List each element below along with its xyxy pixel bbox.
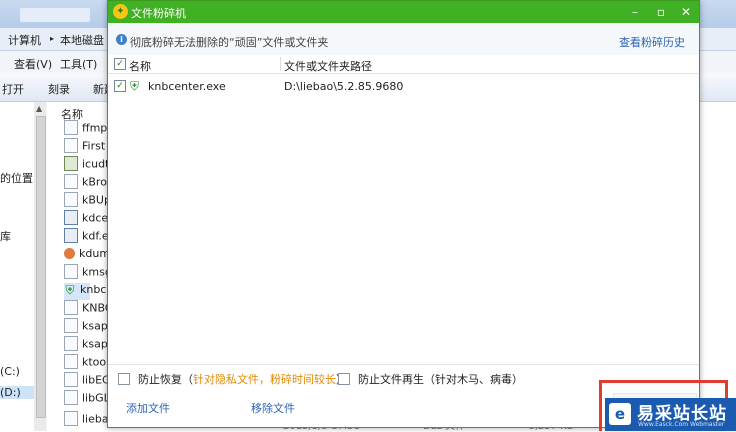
menu-view[interactable]: 查看(V) [14,56,52,72]
file-list-header: ✓ 名称 文件或文件夹路径 [108,55,699,74]
info-icon: i [116,34,127,45]
paren-open: （ [182,373,193,386]
info-bar: i 彻底粉碎无法删除的“顽固”文件或文件夹 查看粉碎历史 [108,23,699,56]
file-name: kdum [79,247,111,260]
breadcrumb-arrow-icon: ▸ [50,34,55,43]
file-icon [64,411,78,426]
watermark-sub: Www.Easck.Com Webmaster [638,421,725,428]
shredder-logo-icon: ✦ [113,4,128,19]
add-files-link[interactable]: 添加文件 [126,400,170,416]
row-checkbox[interactable]: ✓ [114,80,126,92]
nav-item-places[interactable]: 的位置 [0,170,33,186]
close-icon[interactable]: ✕ [673,1,699,23]
exe-icon [64,210,78,225]
nav-scrollbar[interactable]: ▲ [34,102,46,431]
explorer-title-blur [20,8,90,22]
open-button[interactable]: 打开 [2,81,24,97]
prevent-recovery-note: 针对隐私文件，粉碎时间较长 [193,373,336,386]
navigation-pane: 的位置 库 (C:) (D:) [0,102,34,431]
file-icon [64,390,78,405]
prevent-recovery-checkbox[interactable] [118,373,130,385]
file-row-selected[interactable]: ⛨ knbce [64,282,113,300]
info-text: 彻底粉碎无法删除的“顽固”文件或文件夹 [130,36,329,49]
prevent-recovery-label: 防止恢复 [138,373,182,386]
menu-tools[interactable]: 工具(T) [60,56,97,72]
watermark-logo: e 易采站长站 Www.Easck.Com Webmaster [605,398,736,431]
file-icon [64,138,78,153]
orange-app-icon [64,247,75,259]
file-row[interactable]: kdum [64,247,110,264]
shred-list-row[interactable]: ✓ ⛨ knbcenter.exe D:\liebao\5.2.85.9680 [108,77,699,95]
exe-icon [64,228,78,243]
prevent-regen-checkbox[interactable] [338,373,350,385]
divider [108,364,699,365]
column-path[interactable]: 文件或文件夹路径 [284,58,372,74]
prevent-recovery-option[interactable]: 防止恢复（针对隐私文件，粉碎时间较长） [118,371,347,387]
prevent-regen-note: （针对木马、病毒） [424,373,523,386]
file-icon [64,354,78,369]
nav-item-drive-d[interactable]: (D:) [0,386,34,399]
scroll-thumb[interactable] [36,116,46,418]
file-icon [64,264,78,279]
scroll-up-icon[interactable]: ▲ [36,104,42,113]
dialog-title-bar[interactable]: ✦ 文件粉碎机 – ▫ ✕ [108,1,699,23]
file-row[interactable]: kmsg [64,264,112,282]
breadcrumb-computer[interactable]: 计算机 [8,32,41,48]
data-file-icon [64,156,78,171]
minimize-icon[interactable]: – [622,1,648,23]
file-icon [64,300,78,315]
column-name[interactable]: 名称 [129,58,151,74]
dialog-title: 文件粉碎机 [131,7,186,20]
file-icon [64,372,78,387]
nav-item-library[interactable]: 库 [0,228,11,244]
shredder-dialog: ✦ 文件粉碎机 – ▫ ✕ i 彻底粉碎无法删除的“顽固”文件或文件夹 查看粉碎… [107,0,700,428]
prevent-regen-label: 防止文件再生 [358,373,424,386]
file-icon [64,318,78,333]
select-all-checkbox[interactable]: ✓ [114,58,126,70]
shield-icon: ⛨ [130,79,140,93]
watermark-e-icon: e [609,403,631,425]
file-icon [64,192,78,207]
view-history-link[interactable]: 查看粉碎历史 [619,34,685,50]
row-file-path: D:\liebao\5.2.85.9680 [284,80,404,93]
prevent-regen-option[interactable]: 防止文件再生（针对木马、病毒） [338,371,523,387]
nav-item-drive-c[interactable]: (C:) [0,365,20,378]
file-row[interactable]: KNBC [64,300,112,318]
shield-icon: ⛨ [65,282,75,297]
column-divider[interactable] [280,57,281,71]
row-file-name: knbcenter.exe [148,80,226,93]
file-icon [64,120,78,135]
remove-files-link[interactable]: 移除文件 [251,400,295,416]
file-icon [64,174,78,189]
breadcrumb-local-disk[interactable]: 本地磁盘 ( [60,32,112,48]
burn-button[interactable]: 刻录 [48,81,70,97]
maximize-icon[interactable]: ▫ [648,1,674,23]
file-row[interactable]: kBUp [64,192,111,210]
file-icon [64,336,78,351]
